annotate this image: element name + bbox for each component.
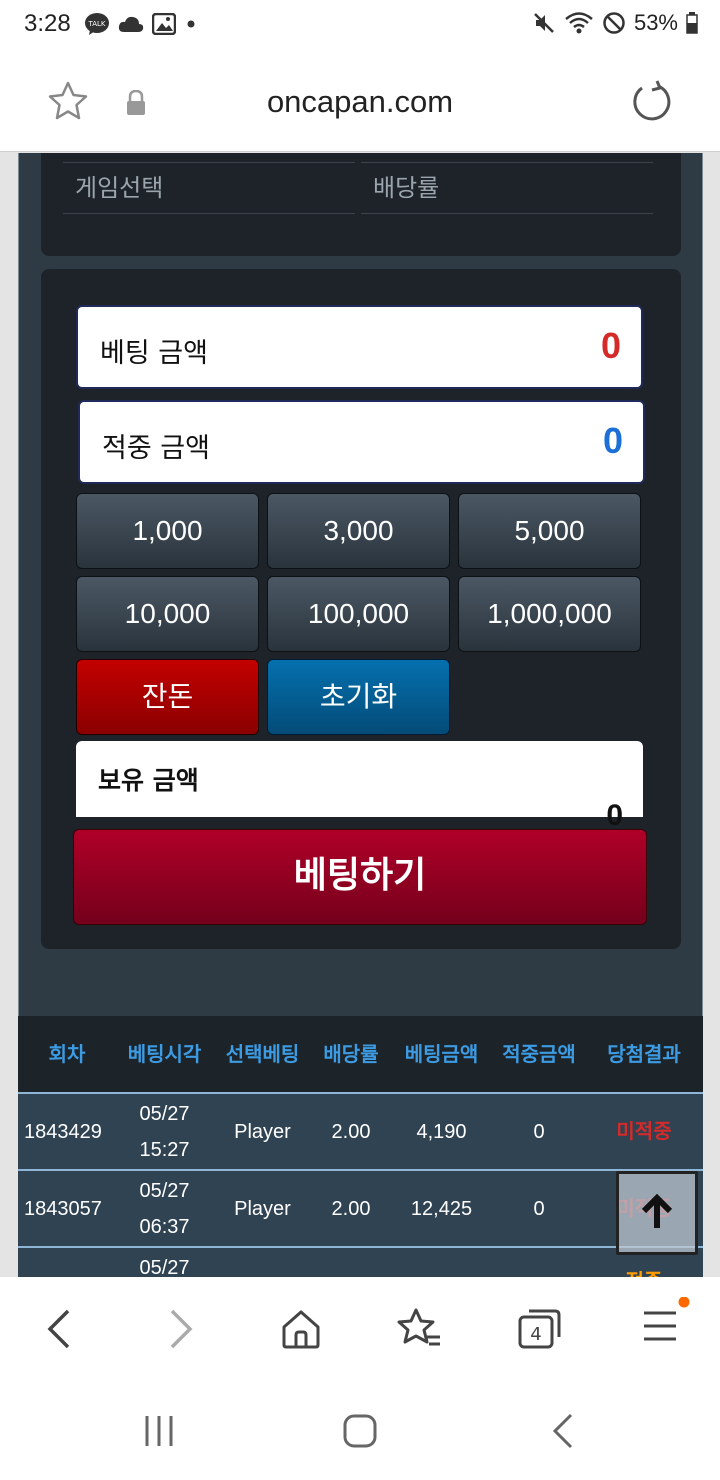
battery-percent: 53% [633,10,678,35]
browser-toolbar: 4 [0,1277,720,1383]
page-content: 게임선택 배당률 베팅 금액 0 적중 금액 0 1,000 3,000 5,0… [0,153,720,1277]
bet-amount-box: 베팅 금액 0 [76,305,643,389]
cell-date: 05/27 [139,1179,190,1202]
chip-10000-button[interactable]: 10,000 [76,576,259,652]
cell-win-amount: 0 [533,1120,545,1143]
cell-odds: 2.00 [331,1197,371,1220]
cell-odds: 2.00 [331,1120,371,1143]
cell-bet-amount: 12,425 [410,1197,473,1220]
betting-frame: 게임선택 배당률 베팅 금액 0 적중 금액 0 1,000 3,000 5,0… [18,153,703,1131]
mute-icon [534,13,554,33]
holding-amount-box: 보유 금액 0 [76,741,643,832]
cell-time: 06:37 [139,1215,190,1238]
talk-badge-text: TALK [87,20,105,28]
wifi-icon [565,12,593,34]
cell-date: 05/27 [139,1102,190,1125]
home-icon[interactable] [280,1309,322,1349]
cell-win-amount: 0 [533,1197,545,1220]
back-icon[interactable] [44,1307,74,1351]
reload-icon[interactable] [630,80,674,124]
chip-5000-button[interactable]: 5,000 [458,493,641,569]
holding-gap [76,817,176,829]
status-time: 3:28 [24,10,71,37]
browser-address-bar: oncapan.com [0,52,720,152]
cell-round: 1843429 [24,1120,102,1143]
home-button-icon[interactable] [342,1413,378,1449]
battery-icon [686,12,698,34]
chip-1000000-button[interactable]: 1,000,000 [458,576,641,652]
cell-time: 15:27 [139,1138,190,1161]
bet-slip-panel: 베팅 금액 0 적중 금액 0 1,000 3,000 5,000 10,000… [41,269,681,949]
recent-apps-icon[interactable] [142,1413,178,1449]
notification-icons: TALK [84,12,198,36]
cell-bet-time: 05/27 [116,1248,213,1277]
bet-amount-label: 베팅 금액 [100,338,208,369]
scroll-to-top-button[interactable] [616,1171,698,1255]
arrow-up-icon [641,1193,673,1228]
do-not-disturb-icon [603,12,625,34]
chip-1000-button[interactable]: 1,000 [76,493,259,569]
tab-count: 4 [530,1324,541,1345]
holding-amount-value: 0 [606,799,623,832]
bet-history-table: 회차 베팅시각 선택베팅 배당률 베팅금액 적중금액 당첨결과 1843429 … [18,1016,703,1277]
cell-result: 미적중 [616,1120,672,1143]
system-back-icon[interactable] [550,1411,576,1451]
win-amount-value: 0 [602,420,623,461]
cell-pick: Player [234,1120,291,1143]
cell-bet-time: 05/27 15:27 [116,1096,213,1168]
table-header: 회차 베팅시각 선택베팅 배당률 베팅금액 적중금액 당첨결과 [18,1016,703,1092]
reset-button[interactable]: 초기화 [267,659,450,735]
header-round: 회차 [48,1042,86,1066]
header-pick: 선택베팅 [225,1042,300,1066]
table-row[interactable]: 1843057 05/27 06:37 Player 2.00 12,425 0 … [18,1169,703,1246]
header-result: 당첨결과 [607,1042,681,1066]
holding-amount-label: 보유 금액 [98,766,199,795]
status-bar: 3:28 TALK 53% [0,0,720,52]
table-row[interactable]: 05/27 적중 [18,1246,703,1277]
gallery-icon [152,13,176,35]
kakaotalk-icon: TALK [85,13,109,35]
cell-pick: Player [234,1197,291,1220]
odds-label: 배당률 [361,162,653,214]
header-bet-time: 베팅시각 [127,1042,202,1066]
win-amount-label: 적중 금액 [102,433,210,464]
cell-round: 1843057 [24,1197,102,1220]
url-text[interactable]: oncapan.com [0,84,720,120]
header-win-amount: 적중금액 [502,1042,576,1066]
header-odds: 배당률 [323,1042,379,1066]
header-bet-amount: 베팅금액 [404,1042,479,1066]
system-nav-bar [0,1383,720,1480]
win-amount-box: 적중 금액 0 [78,400,645,484]
bet-amount-value: 0 [600,325,621,366]
tabs-icon[interactable]: 4 [517,1307,563,1351]
bookmarks-icon[interactable] [396,1307,444,1351]
system-icons: 53% [532,10,698,36]
forward-icon[interactable] [166,1307,196,1351]
cell-bet-time: 05/27 06:37 [116,1173,213,1245]
change-button[interactable]: 잔돈 [76,659,259,735]
game-select-panel: 게임선택 배당률 [41,153,681,256]
cell-bet-amount: 4,190 [416,1120,467,1143]
game-select-label: 게임선택 [63,162,355,214]
cloud-icon [118,16,144,32]
place-bet-button[interactable]: 베팅하기 [73,829,647,925]
cell-date: 05/27 [139,1257,190,1277]
chip-100000-button[interactable]: 100,000 [267,576,450,652]
chip-3000-button[interactable]: 3,000 [267,493,450,569]
more-dot-icon [187,20,195,28]
menu-icon[interactable] [640,1297,696,1353]
table-row[interactable]: 1843429 05/27 15:27 Player 2.00 4,190 0 미… [18,1092,703,1169]
